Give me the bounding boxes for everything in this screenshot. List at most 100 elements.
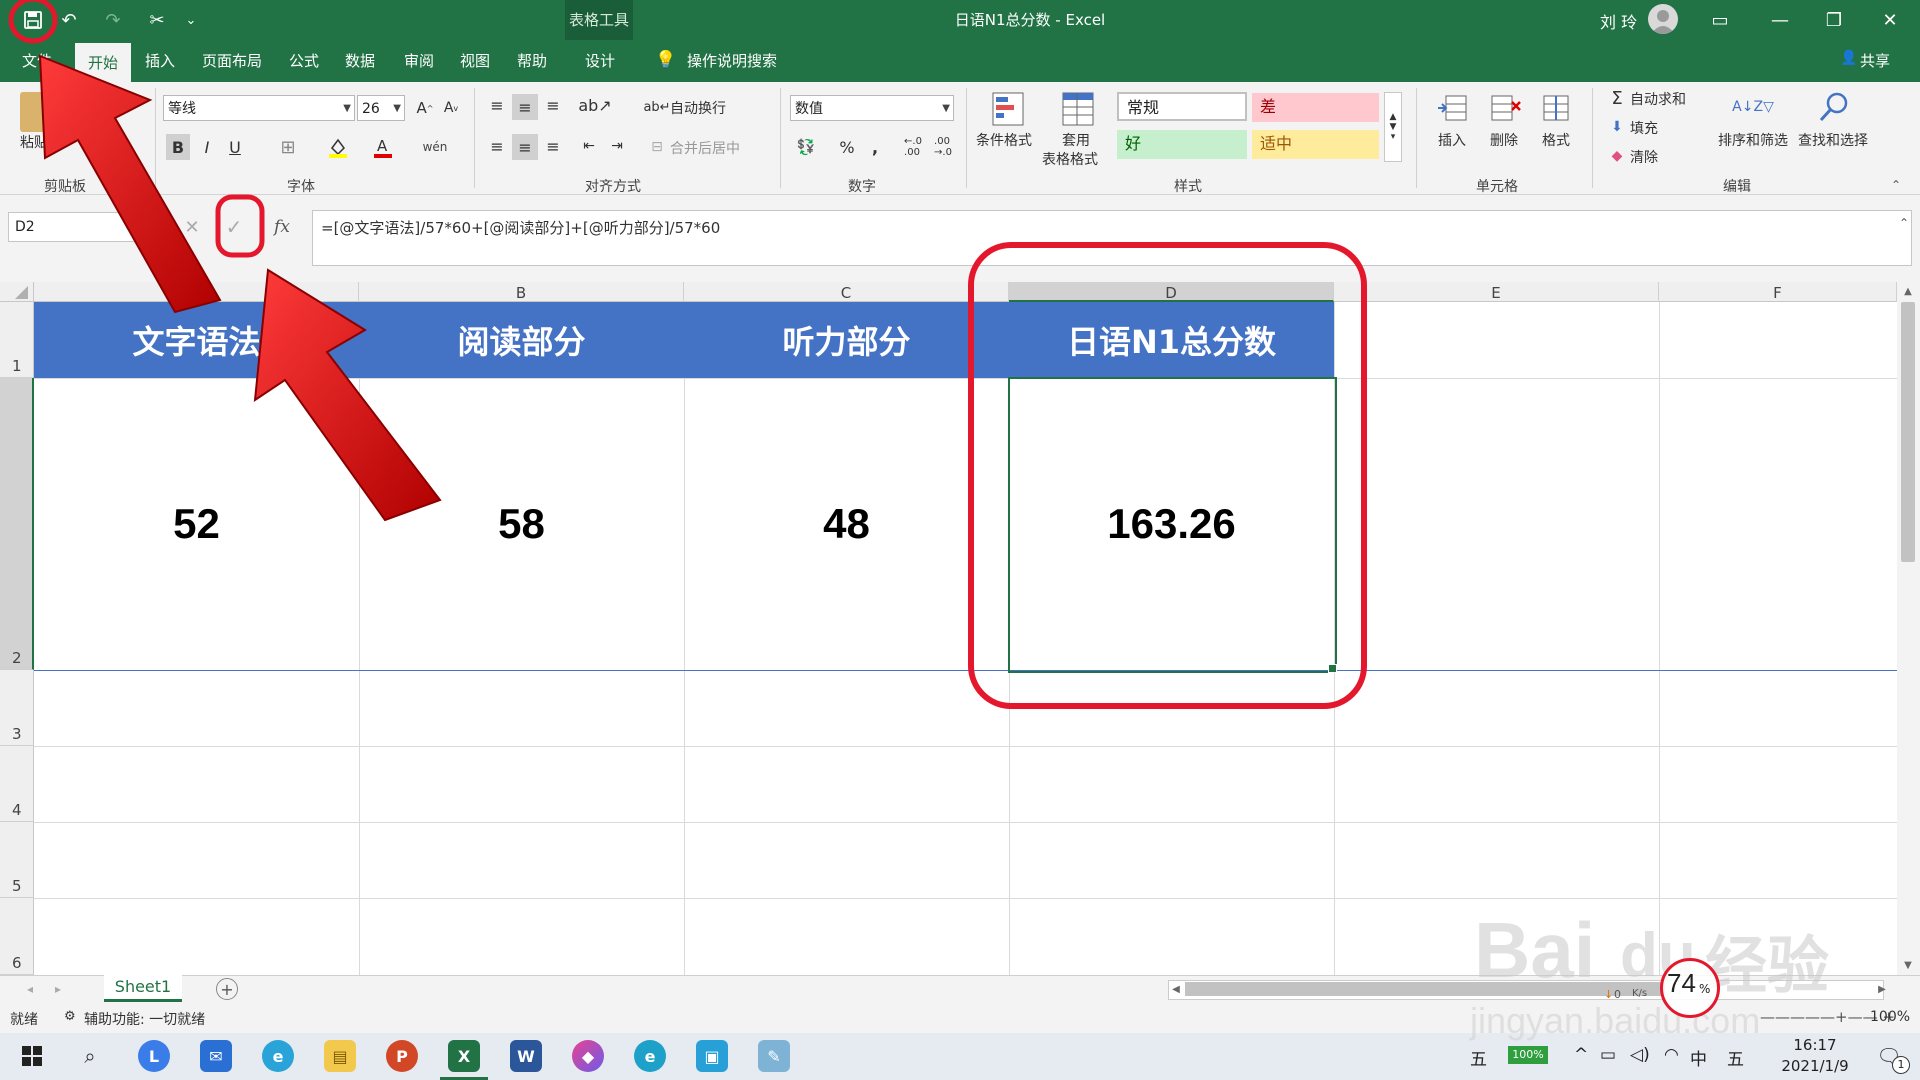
cut-button[interactable]: 剪切 xyxy=(90,90,118,110)
column-header-e[interactable]: E xyxy=(1334,282,1659,302)
menu-design[interactable]: 设计 xyxy=(585,50,615,71)
increase-font-icon[interactable]: A ^ xyxy=(414,96,436,120)
paint-app-icon[interactable]: ◆ xyxy=(572,1040,604,1072)
format-as-table-icon[interactable] xyxy=(1060,90,1096,128)
increase-decimal-icon[interactable]: ←.0.00 xyxy=(900,134,926,160)
excel-icon[interactable]: X xyxy=(448,1040,480,1072)
speaker-icon[interactable]: ◁) xyxy=(1630,1045,1650,1065)
paste-icon[interactable] xyxy=(20,92,56,132)
eraser-icon[interactable]: ◆ xyxy=(1608,146,1626,166)
accessibility-status[interactable]: 辅助功能: 一切就绪 xyxy=(84,1009,205,1029)
align-center-icon[interactable]: ≡ xyxy=(512,134,538,160)
format-cells-button[interactable]: 格式 xyxy=(1542,130,1570,150)
minimize-icon[interactable]: — xyxy=(1752,0,1808,40)
increase-indent-icon[interactable]: ⇥ xyxy=(606,134,628,158)
formula-input[interactable]: =[@文字语法]/57*60+[@阅读部分]+[@听力部分]/57*60 xyxy=(312,210,1912,266)
cell-c2[interactable]: 48 xyxy=(684,378,1009,670)
style-neutral[interactable]: 适中 xyxy=(1252,130,1379,159)
insert-cells-button[interactable]: 插入 xyxy=(1438,130,1466,150)
fill-color-icon[interactable] xyxy=(325,134,351,160)
screenshot-app-icon[interactable]: ▣ xyxy=(696,1040,728,1072)
lenovo-app-icon[interactable]: L xyxy=(138,1040,170,1072)
redo-icon[interactable]: ↷ xyxy=(100,8,126,32)
bold-icon[interactable]: B xyxy=(166,134,190,160)
ime-mode-indicator[interactable]: 五 xyxy=(1727,1045,1744,1070)
scroll-left-icon[interactable]: ◀ xyxy=(1168,981,1184,997)
orientation-icon[interactable]: ab↗ xyxy=(578,94,611,116)
format-cells-icon[interactable] xyxy=(1538,90,1574,126)
sort-filter-icon[interactable]: A↓Z▽ xyxy=(1732,88,1774,126)
restore-icon[interactable]: ❐ xyxy=(1806,0,1862,40)
search-icon[interactable]: ⌕ xyxy=(76,1042,104,1070)
scroll-up-icon[interactable]: ▲ xyxy=(1900,284,1916,298)
find-select-button[interactable]: 查找和选择 xyxy=(1798,130,1868,150)
menu-data[interactable]: 数据 xyxy=(345,50,375,71)
conditional-format-icon[interactable] xyxy=(990,90,1026,128)
ime-indicator[interactable]: 五 xyxy=(1470,1045,1487,1070)
menu-file[interactable]: 文件 xyxy=(22,50,52,71)
menu-view[interactable]: 视图 xyxy=(460,50,490,71)
customize-qat-icon[interactable]: ⌄ xyxy=(178,8,204,32)
format-as-table-label-1[interactable]: 套用 xyxy=(1062,130,1090,150)
expand-formula-icon[interactable]: ⌃ xyxy=(1896,216,1912,230)
font-name-combo[interactable]: 等线 ▼ xyxy=(163,95,355,121)
wrap-text-button[interactable]: 自动换行 xyxy=(670,98,726,118)
wifi-icon[interactable]: ◠ xyxy=(1664,1045,1679,1065)
file-explorer-icon[interactable]: ▤ xyxy=(324,1040,356,1072)
column-header-d[interactable]: D xyxy=(1009,282,1334,302)
insert-cells-icon[interactable] xyxy=(1434,90,1470,126)
share-button[interactable]: 共享 xyxy=(1860,50,1890,71)
header-cell-b1[interactable]: 阅读部分 xyxy=(359,302,684,378)
ie-browser-icon[interactable]: e xyxy=(262,1040,294,1072)
battery-icon[interactable]: ▭ xyxy=(1600,1045,1616,1065)
mail-app-icon[interactable]: ✉ xyxy=(200,1040,232,1072)
wrap-text-icon[interactable]: ab↵ xyxy=(643,96,670,118)
powerpoint-icon[interactable]: P xyxy=(386,1040,418,1072)
undo-icon[interactable]: ↶ xyxy=(56,8,82,32)
merge-center-button[interactable]: 合并后居中 xyxy=(670,138,740,158)
share-icon[interactable]: 👤 xyxy=(1840,50,1857,66)
collapse-ribbon-icon[interactable]: ⌃ xyxy=(1888,178,1904,192)
next-sheet-icon[interactable]: ▸ xyxy=(50,980,66,998)
scroll-right-icon[interactable]: ▶ xyxy=(1874,981,1890,997)
header-cell-c1[interactable]: 听力部分 xyxy=(684,302,1009,378)
user-name[interactable]: 刘 玲 xyxy=(1600,9,1637,33)
percent-button[interactable]: % xyxy=(836,134,858,160)
delete-cells-button[interactable]: 删除 xyxy=(1490,130,1518,150)
save-icon[interactable] xyxy=(20,8,46,32)
merge-icon[interactable]: ⊟ xyxy=(646,136,668,158)
tell-me-search[interactable]: 操作说明搜索 xyxy=(687,50,777,71)
row-header-4[interactable]: 4 xyxy=(0,746,34,822)
column-header-c[interactable]: C xyxy=(684,282,1009,302)
menu-home[interactable]: 开始 xyxy=(75,43,131,82)
header-cell-a1[interactable]: 文字语法 xyxy=(34,302,359,378)
style-normal[interactable]: 常规 xyxy=(1117,92,1247,121)
select-all-corner[interactable] xyxy=(0,282,34,302)
fill-handle[interactable] xyxy=(1328,664,1337,673)
ribbon-display-icon[interactable]: ▭ xyxy=(1692,0,1748,40)
name-box[interactable]: D2 xyxy=(8,212,170,242)
format-as-table-label-2[interactable]: 表格格式 xyxy=(1042,149,1098,169)
row-header-5[interactable]: 5 xyxy=(0,822,34,898)
column-header-b[interactable]: B xyxy=(359,282,684,302)
decrease-indent-icon[interactable]: ⇤ xyxy=(578,134,600,158)
style-bad[interactable]: 差 xyxy=(1252,93,1379,122)
row-header-1[interactable]: 1 xyxy=(0,302,34,378)
windows-start-icon[interactable] xyxy=(18,1042,46,1070)
comma-button[interactable]: , xyxy=(866,134,884,160)
styles-scroll[interactable]: ▲ ▼ ▾ xyxy=(1384,92,1402,162)
prev-sheet-icon[interactable]: ◂ xyxy=(22,980,38,998)
menu-help[interactable]: 帮助 xyxy=(517,50,547,71)
row-header-6[interactable]: 6 xyxy=(0,898,34,975)
menu-formulas[interactable]: 公式 xyxy=(289,50,319,71)
notepad-app-icon[interactable]: ✎ xyxy=(758,1040,790,1072)
menu-insert[interactable]: 插入 xyxy=(145,50,175,71)
number-format-combo[interactable]: 数值 ▼ xyxy=(790,95,954,121)
enter-check-icon[interactable]: ✓ xyxy=(222,214,246,240)
border-icon[interactable]: ⊞ xyxy=(275,134,301,160)
cut-icon[interactable]: ✂ xyxy=(144,8,170,32)
align-top-icon[interactable]: ≡ xyxy=(486,94,508,116)
vertical-scroll-thumb[interactable] xyxy=(1901,302,1915,562)
battery-indicator[interactable]: 100% xyxy=(1508,1046,1548,1064)
fill-down-icon[interactable]: ⬇ xyxy=(1608,117,1626,137)
